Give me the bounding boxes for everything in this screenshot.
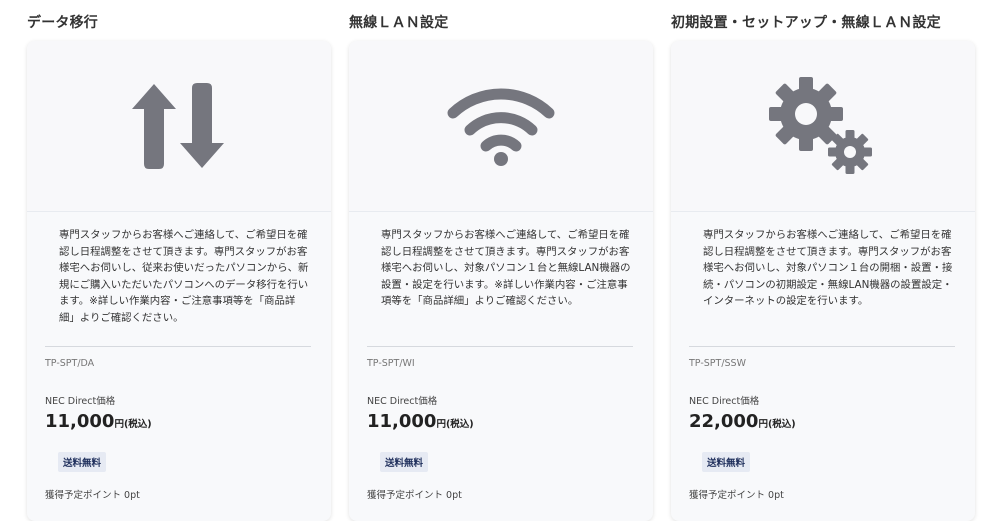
- reward-points: 獲得予定ポイント 0pt: [367, 490, 462, 501]
- price-label: NEC Direct価格: [367, 396, 438, 407]
- product-title[interactable]: 無線ＬＡＮ設定: [349, 12, 448, 32]
- product-description: 専門スタッフからお客様へご連絡して、ご希望日を確認し日程調整をさせて頂きます。専…: [59, 229, 309, 324]
- product-column-wireless-lan: 無線ＬＡＮ設定 専門スタッフからお客様へご連絡して、ご希望日を確認し日程調整をさ…: [349, 0, 653, 521]
- reward-points: 獲得予定ポイント 0pt: [45, 490, 140, 501]
- price-amount: 11,000: [367, 411, 437, 432]
- price-label: NEC Direct価格: [45, 396, 116, 407]
- product-image[interactable]: [349, 41, 653, 212]
- price-amount: 22,000: [689, 411, 759, 432]
- product-code: TP-SPT/DA: [45, 358, 95, 369]
- product-column-setup: 初期設置・セットアップ・無線ＬＡＮ設定 専門スタッフからお客様へご連絡して、ご希…: [671, 0, 975, 521]
- product-image[interactable]: [27, 41, 331, 212]
- product-title[interactable]: 初期設置・セットアップ・無線ＬＡＮ設定: [671, 12, 941, 32]
- price-unit: 円(税込): [758, 419, 796, 430]
- price-unit: 円(税込): [114, 419, 152, 430]
- product-image[interactable]: [671, 41, 975, 212]
- wifi-icon: [447, 88, 555, 166]
- up-down-arrows-icon: [132, 83, 224, 169]
- product-card[interactable]: 専門スタッフからお客様へご連絡して、ご希望日を確認し日程調整をさせて頂きます。専…: [27, 41, 331, 521]
- price: 11,000円(税込): [45, 411, 152, 432]
- divider: [45, 346, 311, 347]
- divider: [689, 346, 955, 347]
- product-card[interactable]: 専門スタッフからお客様へご連絡して、ご希望日を確認し日程調整をさせて頂きます。専…: [671, 41, 975, 521]
- product-column-data-transfer: データ移行 専門スタッフからお客様へご連絡して、ご希望日を確認し日程調整をさせて…: [27, 0, 331, 521]
- gears-icon: [769, 77, 872, 174]
- price: 11,000円(税込): [367, 411, 474, 432]
- product-description: 専門スタッフからお客様へご連絡して、ご希望日を確認し日程調整をさせて頂きます。専…: [703, 229, 953, 308]
- product-title[interactable]: データ移行: [27, 12, 98, 32]
- product-code: TP-SPT/SSW: [689, 358, 746, 369]
- price-unit: 円(税込): [436, 419, 474, 430]
- price-amount: 11,000: [45, 411, 115, 432]
- price-label: NEC Direct価格: [689, 396, 760, 407]
- price: 22,000円(税込): [689, 411, 796, 432]
- free-shipping-badge: 送料無料: [702, 452, 751, 472]
- free-shipping-badge: 送料無料: [58, 452, 107, 472]
- product-code: TP-SPT/WI: [367, 358, 415, 369]
- product-card[interactable]: 専門スタッフからお客様へご連絡して、ご希望日を確認し日程調整をさせて頂きます。専…: [349, 41, 653, 521]
- free-shipping-badge: 送料無料: [380, 452, 429, 472]
- divider: [367, 346, 633, 347]
- reward-points: 獲得予定ポイント 0pt: [689, 490, 784, 501]
- product-description: 専門スタッフからお客様へご連絡して、ご希望日を確認し日程調整をさせて頂きます。専…: [381, 229, 631, 308]
